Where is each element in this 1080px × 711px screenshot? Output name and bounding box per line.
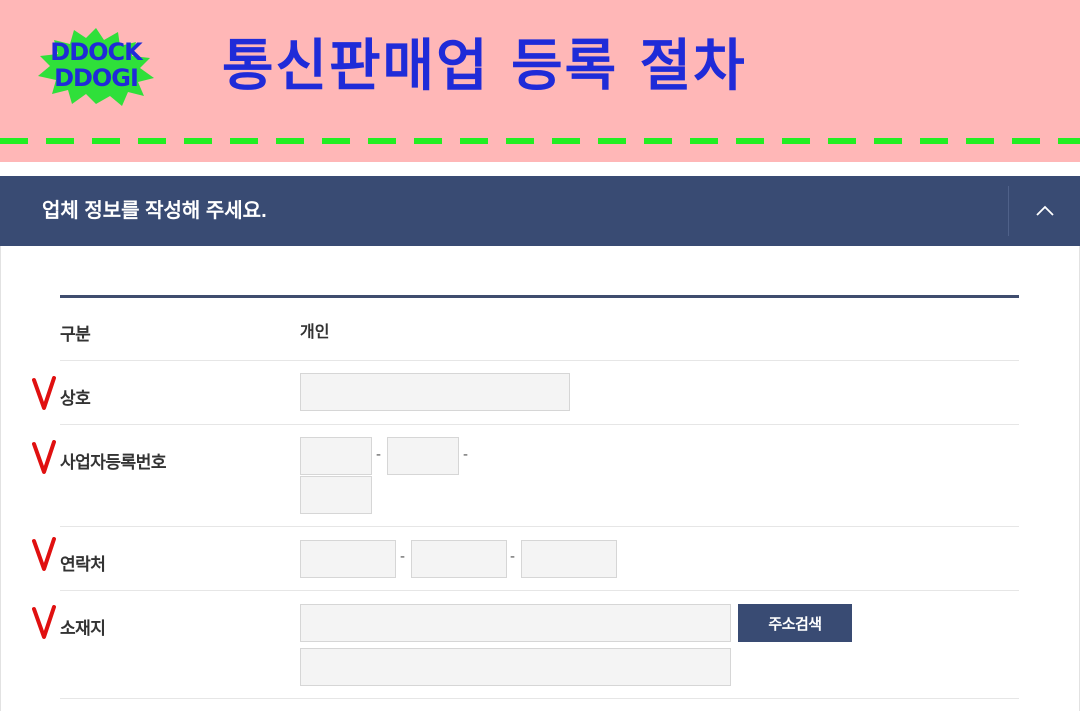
banner: DDOCK DDOGI 통신판매업 등록 절차 (0, 0, 1080, 162)
row-divider (60, 698, 1019, 699)
logo-text: DDOCK DDOGI (50, 38, 142, 92)
section-header: 업체 정보를 작성해 주세요. (0, 176, 1080, 246)
row-divider (60, 424, 1019, 425)
check-mark-icon (32, 376, 56, 410)
check-mark-icon (32, 605, 56, 639)
row-divider (60, 360, 1019, 361)
business-number-input-2[interactable] (387, 437, 459, 475)
type-value: 개인 (300, 324, 330, 341)
business-number-input-3[interactable] (300, 476, 372, 514)
separator: - (510, 548, 515, 565)
section-title: 업체 정보를 작성해 주세요. (42, 200, 267, 222)
banner-title: 통신판매업 등록 절차 (222, 33, 747, 99)
check-mark-icon (32, 440, 56, 474)
business-number-label: 사업자등록번호 (60, 453, 166, 472)
separator: - (376, 446, 381, 463)
address-search-button[interactable]: 주소검색 (738, 604, 852, 642)
form-top-border (60, 295, 1019, 298)
phone-input-1[interactable] (300, 540, 396, 578)
address-input-2[interactable] (300, 648, 731, 686)
address-input-1[interactable] (300, 604, 731, 642)
business-number-input-1[interactable] (300, 437, 372, 475)
type-label: 구분 (60, 325, 91, 344)
company-name-label: 상호 (60, 389, 91, 408)
check-mark-icon (32, 537, 56, 571)
address-label: 소재지 (60, 619, 106, 638)
separator: - (463, 446, 468, 463)
row-divider (60, 526, 1019, 527)
logo: DDOCK DDOGI (34, 28, 158, 106)
phone-label: 연락처 (60, 555, 106, 574)
dashed-divider (0, 138, 1080, 144)
collapse-button[interactable] (1009, 176, 1080, 246)
chevron-up-icon (1036, 205, 1054, 216)
row-divider (60, 590, 1019, 591)
separator: - (400, 548, 405, 565)
company-name-input[interactable] (300, 373, 570, 411)
phone-input-2[interactable] (411, 540, 507, 578)
phone-input-3[interactable] (521, 540, 617, 578)
